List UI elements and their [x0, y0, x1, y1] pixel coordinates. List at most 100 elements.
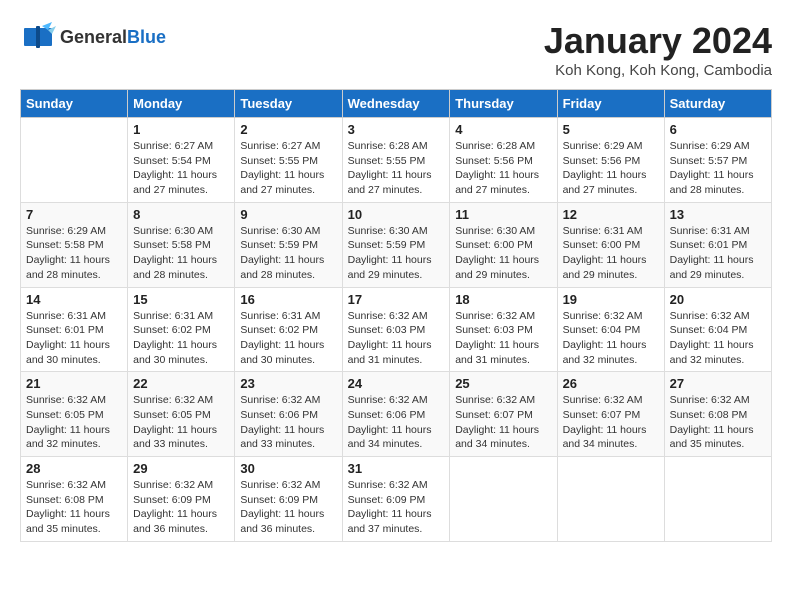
day-info: Sunrise: 6:32 AM Sunset: 6:05 PM Dayligh… — [26, 393, 122, 452]
day-info: Sunrise: 6:31 AM Sunset: 6:01 PM Dayligh… — [26, 309, 122, 368]
calendar-cell: 18 Sunrise: 6:32 AM Sunset: 6:03 PM Dayli… — [450, 287, 557, 372]
calendar-cell: 6 Sunrise: 6:29 AM Sunset: 5:57 PM Daylig… — [664, 118, 771, 203]
day-info: Sunrise: 6:31 AM Sunset: 6:02 PM Dayligh… — [240, 309, 336, 368]
day-number: 15 — [133, 292, 229, 307]
day-info: Sunrise: 6:32 AM Sunset: 6:05 PM Dayligh… — [133, 393, 229, 452]
calendar-week-2: 7 Sunrise: 6:29 AM Sunset: 5:58 PM Daylig… — [21, 202, 772, 287]
day-info: Sunrise: 6:32 AM Sunset: 6:07 PM Dayligh… — [563, 393, 659, 452]
calendar-header: SundayMondayTuesdayWednesdayThursdayFrid… — [21, 90, 772, 118]
calendar-cell: 17Sunrise: 6:32 AM Sunset: 6:03 PM Dayli… — [342, 287, 450, 372]
day-info: Sunrise: 6:30 AM Sunset: 5:59 PM Dayligh… — [348, 224, 445, 283]
calendar-cell: 24Sunrise: 6:32 AM Sunset: 6:06 PM Dayli… — [342, 372, 450, 457]
day-info: Sunrise: 6:27 AM Sunset: 5:55 PM Dayligh… — [240, 139, 336, 198]
calendar-cell: 16 Sunrise: 6:31 AM Sunset: 6:02 PM Dayli… — [235, 287, 342, 372]
day-info: Sunrise: 6:31 AM Sunset: 6:02 PM Dayligh… — [133, 309, 229, 368]
calendar-cell: 25 Sunrise: 6:32 AM Sunset: 6:07 PM Dayli… — [450, 372, 557, 457]
calendar-cell — [664, 457, 771, 542]
calendar-cell: 14 Sunrise: 6:31 AM Sunset: 6:01 PM Dayli… — [21, 287, 128, 372]
calendar-body: 1 Sunrise: 6:27 AM Sunset: 5:54 PM Daylig… — [21, 118, 772, 542]
calendar-cell: 19Sunrise: 6:32 AM Sunset: 6:04 PM Dayli… — [557, 287, 664, 372]
day-header-wednesday: Wednesday — [342, 90, 450, 118]
day-number: 16 — [240, 292, 336, 307]
title-block: January 2024 Koh Kong, Koh Kong, Cambodi… — [544, 20, 772, 79]
day-header-monday: Monday — [128, 90, 235, 118]
calendar-cell: 2 Sunrise: 6:27 AM Sunset: 5:55 PM Daylig… — [235, 118, 342, 203]
calendar-cell: 8 Sunrise: 6:30 AM Sunset: 5:58 PM Daylig… — [128, 202, 235, 287]
calendar-cell: 21 Sunrise: 6:32 AM Sunset: 6:05 PM Dayli… — [21, 372, 128, 457]
day-info: Sunrise: 6:27 AM Sunset: 5:54 PM Dayligh… — [133, 139, 229, 198]
calendar-week-5: 28 Sunrise: 6:32 AM Sunset: 6:08 PM Dayli… — [21, 457, 772, 542]
calendar-cell: 26Sunrise: 6:32 AM Sunset: 6:07 PM Dayli… — [557, 372, 664, 457]
day-info: Sunrise: 6:32 AM Sunset: 6:03 PM Dayligh… — [455, 309, 551, 368]
calendar-cell: 11 Sunrise: 6:30 AM Sunset: 6:00 PM Dayli… — [450, 202, 557, 287]
logo: GeneralBlue — [20, 20, 166, 56]
day-number: 23 — [240, 376, 336, 391]
day-info: Sunrise: 6:30 AM Sunset: 5:59 PM Dayligh… — [240, 224, 336, 283]
day-info: Sunrise: 6:30 AM Sunset: 6:00 PM Dayligh… — [455, 224, 551, 283]
calendar-cell: 10 Sunrise: 6:30 AM Sunset: 5:59 PM Dayli… — [342, 202, 450, 287]
month-title: January 2024 — [544, 20, 772, 62]
calendar-cell: 3 Sunrise: 6:28 AM Sunset: 5:55 PM Daylig… — [342, 118, 450, 203]
day-number: 6 — [670, 122, 766, 137]
day-number: 29 — [133, 461, 229, 476]
day-info: Sunrise: 6:29 AM Sunset: 5:57 PM Dayligh… — [670, 139, 766, 198]
day-info: Sunrise: 6:32 AM Sunset: 6:09 PM Dayligh… — [133, 478, 229, 537]
calendar-cell: 4 Sunrise: 6:28 AM Sunset: 5:56 PM Daylig… — [450, 118, 557, 203]
day-number: 3 — [348, 122, 445, 137]
page-header: GeneralBlue January 2024 Koh Kong, Koh K… — [20, 20, 772, 79]
day-info: Sunrise: 6:29 AM Sunset: 5:56 PM Dayligh… — [563, 139, 659, 198]
day-number: 24 — [348, 376, 445, 391]
calendar-cell: 30Sunrise: 6:32 AM Sunset: 6:09 PM Dayli… — [235, 457, 342, 542]
day-number: 28 — [26, 461, 122, 476]
day-number: 12 — [563, 207, 659, 222]
calendar-cell: 5Sunrise: 6:29 AM Sunset: 5:56 PM Daylig… — [557, 118, 664, 203]
day-number: 11 — [455, 207, 551, 222]
day-number: 30 — [240, 461, 336, 476]
day-number: 25 — [455, 376, 551, 391]
calendar-cell: 29 Sunrise: 6:32 AM Sunset: 6:09 PM Dayli… — [128, 457, 235, 542]
logo-icon — [20, 20, 56, 56]
day-info: Sunrise: 6:32 AM Sunset: 6:07 PM Dayligh… — [455, 393, 551, 452]
calendar-table: SundayMondayTuesdayWednesdayThursdayFrid… — [20, 89, 772, 542]
day-info: Sunrise: 6:31 AM Sunset: 6:01 PM Dayligh… — [670, 224, 766, 283]
day-info: Sunrise: 6:32 AM Sunset: 6:09 PM Dayligh… — [348, 478, 445, 537]
calendar-week-4: 21 Sunrise: 6:32 AM Sunset: 6:05 PM Dayli… — [21, 372, 772, 457]
day-info: Sunrise: 6:28 AM Sunset: 5:56 PM Dayligh… — [455, 139, 551, 198]
day-number: 9 — [240, 207, 336, 222]
day-number: 7 — [26, 207, 122, 222]
day-number: 8 — [133, 207, 229, 222]
day-number: 18 — [455, 292, 551, 307]
calendar-cell: 15 Sunrise: 6:31 AM Sunset: 6:02 PM Dayli… — [128, 287, 235, 372]
calendar-cell — [21, 118, 128, 203]
calendar-week-3: 14 Sunrise: 6:31 AM Sunset: 6:01 PM Dayli… — [21, 287, 772, 372]
day-info: Sunrise: 6:32 AM Sunset: 6:08 PM Dayligh… — [26, 478, 122, 537]
calendar-cell: 9 Sunrise: 6:30 AM Sunset: 5:59 PM Daylig… — [235, 202, 342, 287]
location: Koh Kong, Koh Kong, Cambodia — [544, 62, 772, 79]
day-number: 22 — [133, 376, 229, 391]
day-info: Sunrise: 6:32 AM Sunset: 6:04 PM Dayligh… — [670, 309, 766, 368]
calendar-cell: 31Sunrise: 6:32 AM Sunset: 6:09 PM Dayli… — [342, 457, 450, 542]
day-number: 20 — [670, 292, 766, 307]
calendar-cell: 13Sunrise: 6:31 AM Sunset: 6:01 PM Dayli… — [664, 202, 771, 287]
calendar-cell — [557, 457, 664, 542]
calendar-cell: 12Sunrise: 6:31 AM Sunset: 6:00 PM Dayli… — [557, 202, 664, 287]
day-info: Sunrise: 6:32 AM Sunset: 6:08 PM Dayligh… — [670, 393, 766, 452]
day-number: 2 — [240, 122, 336, 137]
day-info: Sunrise: 6:28 AM Sunset: 5:55 PM Dayligh… — [348, 139, 445, 198]
day-header-saturday: Saturday — [664, 90, 771, 118]
day-info: Sunrise: 6:30 AM Sunset: 5:58 PM Dayligh… — [133, 224, 229, 283]
day-number: 21 — [26, 376, 122, 391]
logo-general: GeneralBlue — [60, 28, 166, 48]
day-number: 10 — [348, 207, 445, 222]
day-number: 14 — [26, 292, 122, 307]
calendar-cell — [450, 457, 557, 542]
day-number: 27 — [670, 376, 766, 391]
day-header-friday: Friday — [557, 90, 664, 118]
day-info: Sunrise: 6:29 AM Sunset: 5:58 PM Dayligh… — [26, 224, 122, 283]
day-number: 4 — [455, 122, 551, 137]
day-info: Sunrise: 6:32 AM Sunset: 6:04 PM Dayligh… — [563, 309, 659, 368]
day-number: 1 — [133, 122, 229, 137]
calendar-cell: 1 Sunrise: 6:27 AM Sunset: 5:54 PM Daylig… — [128, 118, 235, 203]
calendar-cell: 23Sunrise: 6:32 AM Sunset: 6:06 PM Dayli… — [235, 372, 342, 457]
calendar-cell: 22 Sunrise: 6:32 AM Sunset: 6:05 PM Dayli… — [128, 372, 235, 457]
